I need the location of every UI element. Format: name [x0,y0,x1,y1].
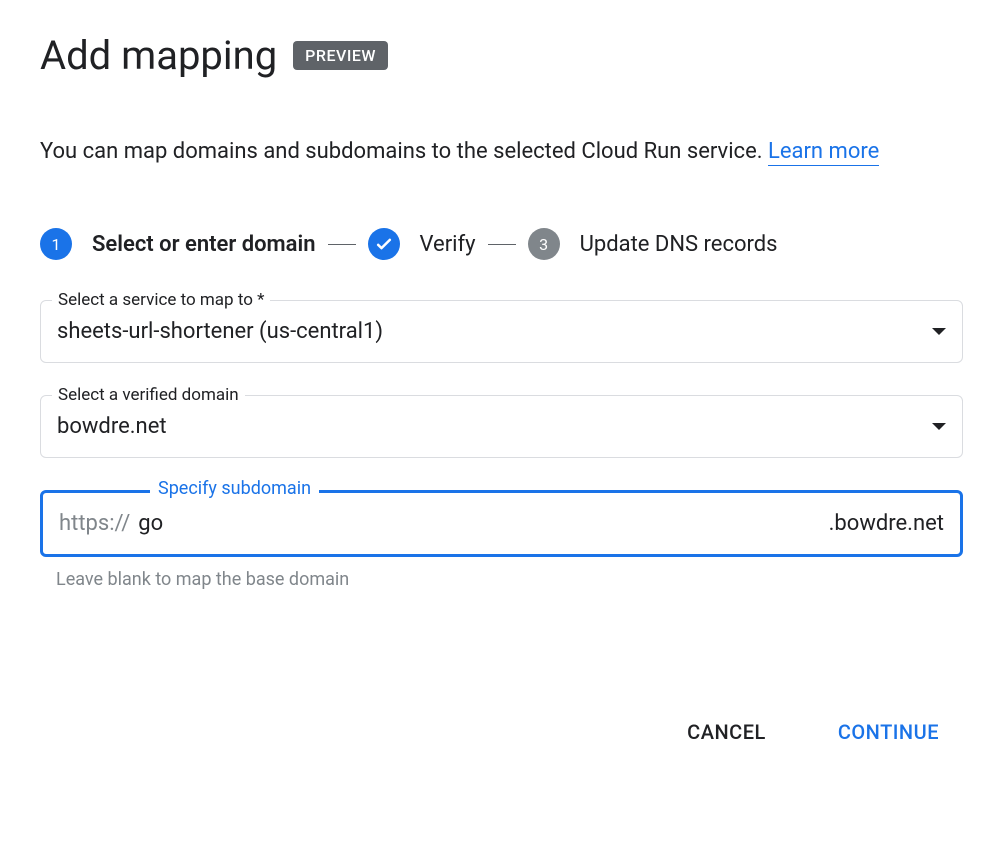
subdomain-prefix: https:// [59,511,130,536]
progress-stepper: 1 Select or enter domain Verify 3 Update… [40,228,963,260]
step-2: Verify [368,228,476,260]
preview-badge: PREVIEW [293,41,388,70]
chevron-down-icon [932,328,946,335]
page-title: Add mapping [40,32,277,79]
dialog-header: Add mapping PREVIEW [40,32,963,79]
step-1: 1 Select or enter domain [40,228,316,260]
description-body: You can map domains and subdomains to th… [40,139,768,164]
subdomain-suffix: .bowdre.net [829,511,944,536]
service-select-value: sheets-url-shortener (us-central1) [57,319,383,344]
subdomain-input-wrapper[interactable]: https:// .bowdre.net [40,490,963,557]
domain-field: Select a verified domain bowdre.net [40,395,963,458]
domain-select-value: bowdre.net [57,414,167,439]
step-1-label: Select or enter domain [92,232,316,257]
continue-button[interactable]: CONTINUE [822,710,955,754]
step-connector-2 [488,244,516,245]
checkmark-icon [374,234,394,254]
description-text: You can map domains and subdomains to th… [40,135,963,168]
service-field-label: Select a service to map to * [52,290,270,310]
subdomain-field: Specify subdomain https:// .bowdre.net [40,490,963,557]
step-connector-1 [328,244,356,245]
subdomain-field-label: Specify subdomain [150,478,319,499]
step-2-label: Verify [420,232,476,257]
subdomain-input[interactable] [138,511,828,536]
learn-more-link[interactable]: Learn more [768,139,879,166]
step-3: 3 Update DNS records [528,228,778,260]
step-1-circle: 1 [40,228,72,260]
domain-field-label: Select a verified domain [52,385,245,405]
dialog-actions: CANCEL CONTINUE [40,710,963,754]
cancel-button[interactable]: CANCEL [671,710,782,754]
subdomain-helper-text: Leave blank to map the base domain [56,569,963,590]
step-2-circle [368,228,400,260]
chevron-down-icon [932,423,946,430]
service-field: Select a service to map to * sheets-url-… [40,300,963,363]
step-3-circle: 3 [528,228,560,260]
step-3-label: Update DNS records [580,232,778,257]
